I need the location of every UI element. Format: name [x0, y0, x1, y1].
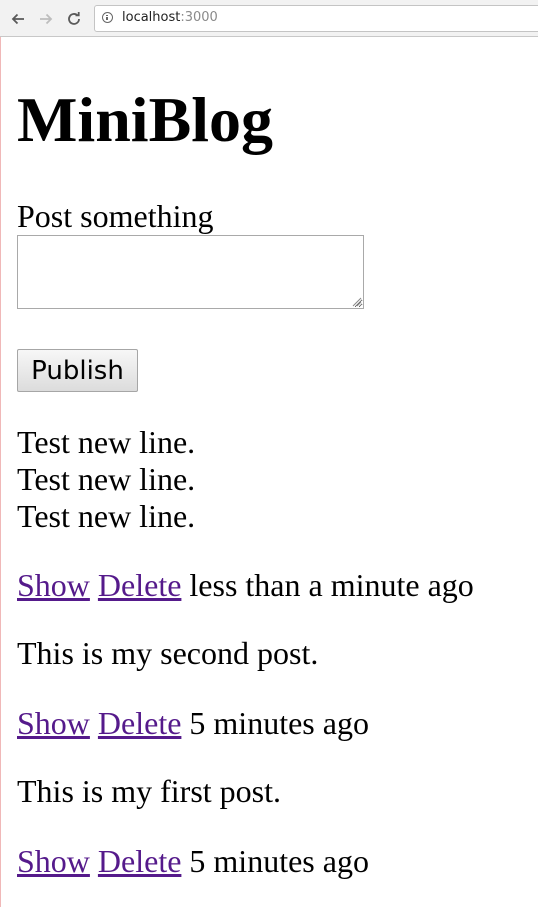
post-line: Test new line. — [17, 498, 196, 534]
reload-icon[interactable] — [64, 9, 84, 29]
post-time: less than a minute ago — [189, 567, 474, 603]
show-link[interactable]: Show — [17, 843, 90, 879]
show-link[interactable]: Show — [17, 567, 90, 603]
url-text: localhost:3000 — [122, 10, 218, 25]
forward-arrow-icon[interactable] — [36, 9, 56, 29]
post-body: This is my second post. — [17, 635, 318, 672]
post-line: This is my second post. — [17, 635, 319, 671]
post-body: Test new line. Test new line. Test new l… — [17, 424, 195, 535]
post-time: 5 minutes ago — [189, 843, 369, 879]
post-meta: Show Delete 5 minutes ago — [17, 842, 369, 880]
post-meta: Show Delete less than a minute ago — [17, 566, 474, 604]
post-meta: Show Delete 5 minutes ago — [17, 704, 369, 742]
post-textarea[interactable] — [17, 235, 364, 309]
window-edge — [0, 0, 1, 907]
back-arrow-icon[interactable] — [8, 9, 28, 29]
post-line: Test new line. — [17, 424, 196, 460]
address-bar[interactable]: localhost:3000 — [94, 5, 538, 32]
info-icon[interactable] — [102, 12, 113, 23]
delete-link[interactable]: Delete — [98, 567, 182, 603]
post-time: 5 minutes ago — [189, 705, 369, 741]
publish-button[interactable]: Publish — [17, 349, 138, 392]
url-port: :3000 — [180, 10, 218, 25]
show-link[interactable]: Show — [17, 705, 90, 741]
delete-link[interactable]: Delete — [98, 705, 182, 741]
post-line: This is my first post. — [17, 773, 282, 809]
post-line: Test new line. — [17, 461, 196, 497]
page-title: MiniBlog — [17, 84, 274, 155]
delete-link[interactable]: Delete — [98, 843, 182, 879]
url-host: localhost — [122, 10, 181, 25]
post-body: This is my first post. — [17, 773, 281, 810]
post-label: Post something — [17, 198, 214, 234]
browser-toolbar: localhost:3000 — [0, 0, 538, 37]
